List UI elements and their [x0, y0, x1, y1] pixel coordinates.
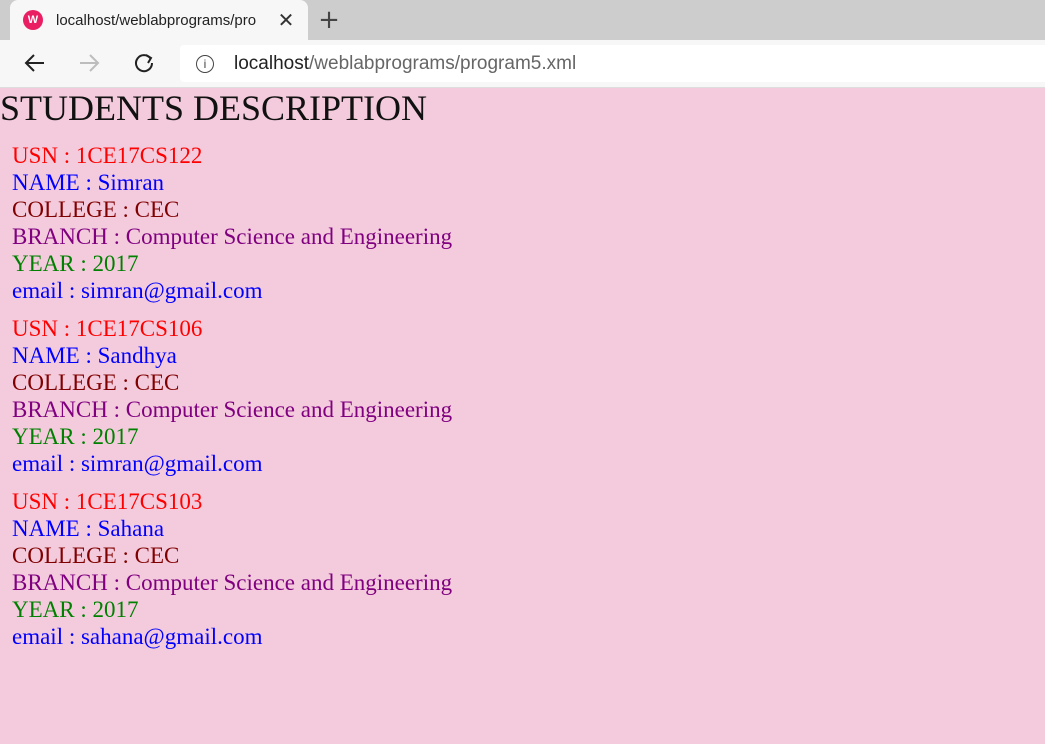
student-usn: USN : 1CE17CS103	[12, 489, 203, 514]
browser-tab[interactable]: W localhost/weblabprograms/program5.xml …	[10, 0, 308, 40]
student-college: COLLEGE : CEC	[12, 543, 180, 568]
forward-arrow-icon	[80, 54, 100, 72]
student-list: USN : 1CE17CS122 NAME : Simran COLLEGE :…	[0, 128, 452, 650]
student-name: NAME : Sahana	[12, 516, 165, 541]
student-usn: USN : 1CE17CS122	[12, 143, 203, 168]
back-button[interactable]	[18, 48, 52, 78]
student-record: USN : 1CE17CS103 NAME : Sahana COLLEGE :…	[12, 488, 452, 650]
tab-title: localhost/weblabprograms/program5.xml	[56, 11, 256, 29]
close-tab-icon[interactable]: ✕	[276, 8, 296, 32]
student-year: YEAR : 2017	[12, 251, 139, 276]
refresh-icon	[135, 54, 154, 73]
student-college: COLLEGE : CEC	[12, 197, 180, 222]
student-email: email : sahana@gmail.com	[12, 624, 263, 649]
tab-strip: W localhost/weblabprograms/program5.xml …	[0, 0, 1045, 40]
student-email: email : simran@gmail.com	[12, 278, 263, 303]
new-tab-button[interactable]: +	[316, 5, 342, 35]
student-record: USN : 1CE17CS106 NAME : Sandhya COLLEGE …	[12, 315, 452, 477]
student-college: COLLEGE : CEC	[12, 370, 180, 395]
student-year: YEAR : 2017	[12, 597, 139, 622]
url-text: localhost/weblabprograms/program5.xml	[234, 53, 576, 75]
student-name: NAME : Sandhya	[12, 343, 177, 368]
url-path: /weblabprograms/program5.xml	[309, 52, 577, 74]
forward-button[interactable]	[72, 48, 106, 78]
wamp-logo-icon: W	[23, 10, 43, 30]
back-arrow-icon	[24, 54, 44, 72]
student-email: email : simran@gmail.com	[12, 451, 263, 476]
browser-toolbar: i localhost/weblabprograms/program5.xml	[0, 40, 1045, 88]
student-branch: BRANCH : Computer Science and Engineerin…	[12, 224, 453, 249]
student-branch: BRANCH : Computer Science and Engineerin…	[12, 570, 453, 595]
page-content: STUDENTS DESCRIPTION USN : 1CE17CS122 NA…	[0, 88, 452, 661]
address-bar[interactable]: i localhost/weblabprograms/program5.xml	[180, 45, 1045, 82]
info-icon[interactable]: i	[196, 54, 214, 73]
student-branch: BRANCH : Computer Science and Engineerin…	[12, 397, 453, 422]
student-usn: USN : 1CE17CS106	[12, 316, 203, 341]
url-host: localhost	[234, 52, 309, 74]
page-title: STUDENTS DESCRIPTION	[0, 88, 428, 128]
student-name: NAME : Simran	[12, 170, 165, 195]
student-record: USN : 1CE17CS122 NAME : Simran COLLEGE :…	[12, 142, 452, 304]
student-year: YEAR : 2017	[12, 424, 139, 449]
refresh-button[interactable]	[127, 48, 161, 78]
